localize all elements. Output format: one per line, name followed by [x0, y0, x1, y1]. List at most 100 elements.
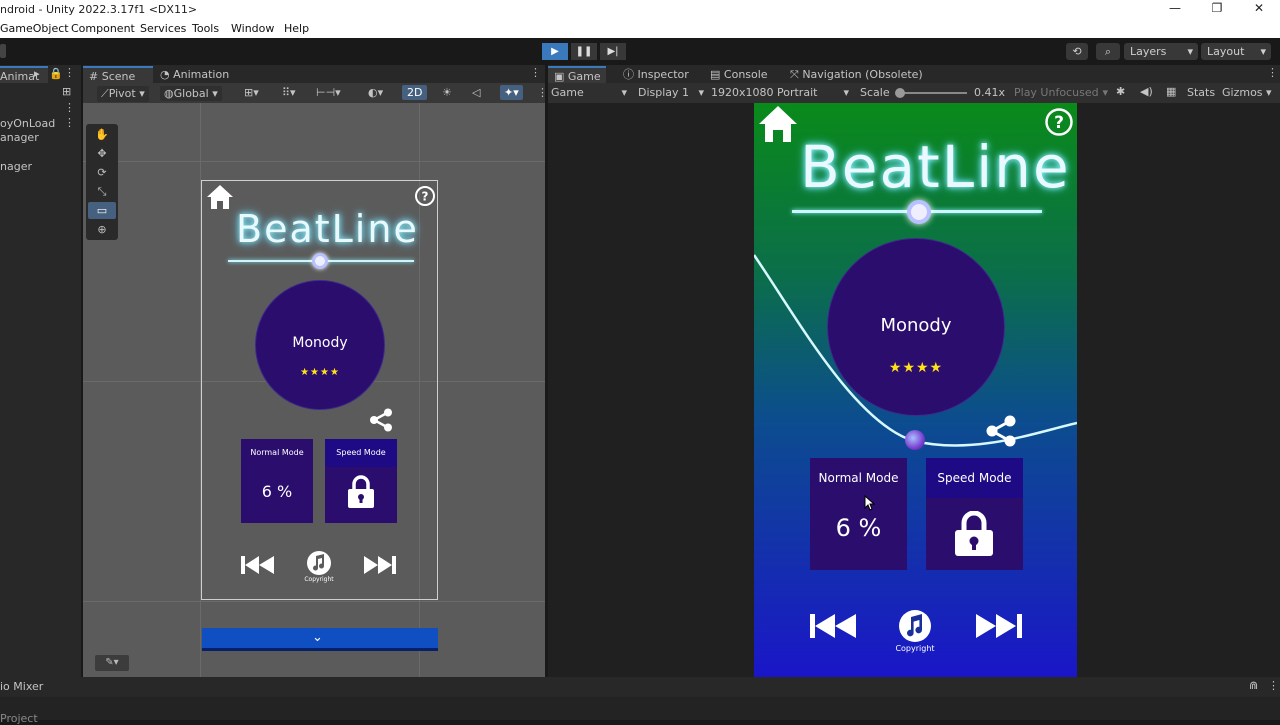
global-dropdown[interactable]: ◍Global ▾ [160, 86, 222, 101]
song-circle[interactable]: Monody ★★★★ [827, 238, 1005, 416]
gizmos-button[interactable]: Gizmos [1222, 86, 1263, 99]
tab-inspector[interactable]: ⓘ Inspector [623, 66, 703, 83]
scale-tool-icon[interactable]: ⤡ [88, 183, 116, 200]
normal-mode-card: Normal Mode 6 % [241, 439, 313, 523]
step-button[interactable]: ▶| [600, 43, 626, 60]
window-titlebar: ndroid - Unity 2022.3.17f1 <DX11> — ❐ ✕ [0, 0, 1280, 19]
scene-camera-dropdown[interactable]: ✎▾ [95, 655, 129, 671]
lock-icon [955, 511, 993, 556]
lock-icon[interactable]: 🔒 [49, 67, 63, 80]
more-icon[interactable]: ⋮ [530, 66, 541, 79]
scale-value: 0.41x [974, 86, 1006, 99]
chevron-right-icon[interactable]: ▸ [34, 67, 40, 80]
move-tool-icon[interactable]: ✥ [88, 145, 116, 162]
tab-project[interactable]: Project [0, 712, 38, 725]
minimize-icon[interactable]: — [1166, 1, 1184, 15]
play-button[interactable]: ▶ [542, 43, 568, 60]
animation-icon: ◔ [160, 68, 170, 81]
lighting-icon[interactable]: ☀ [442, 86, 452, 99]
music-icon[interactable] [898, 609, 932, 643]
more-icon[interactable]: ⋮ [1267, 66, 1278, 79]
menu-window[interactable]: Window [231, 22, 274, 35]
draw-mode-icon[interactable]: ◐▾ [368, 86, 383, 99]
snap-settings-icon[interactable]: ⊢⊣▾ [316, 86, 341, 99]
game-view[interactable]: ? BeatLine Monody ★★★★ Normal Mode 6 % S… [548, 103, 1280, 677]
hierarchy-item[interactable]: oyOnLoad [0, 117, 55, 130]
grid-line [83, 161, 545, 162]
add-icon[interactable]: ⊞ [62, 85, 71, 98]
normal-mode-label: Normal Mode [241, 439, 313, 467]
bug-icon[interactable]: ✱ [1116, 85, 1125, 98]
view-select[interactable]: Game ▾ [551, 86, 627, 99]
song-name: Monody [292, 335, 348, 351]
more-icon[interactable]: ⋮ [64, 116, 75, 129]
graphics-icon[interactable]: ▦ [1166, 85, 1176, 98]
restore-icon[interactable]: ❐ [1208, 1, 1226, 15]
speed-mode-label: Speed Mode [926, 458, 1023, 498]
next-icon[interactable] [973, 611, 1023, 641]
rect-tool-icon[interactable]: ▭ [88, 202, 116, 219]
project-tabbar [0, 697, 1280, 720]
menu-component[interactable]: Component [71, 22, 135, 35]
play-mode-select[interactable]: Play Unfocused ▾ [1014, 86, 1108, 99]
pause-button[interactable]: ❚❚ [571, 43, 597, 60]
audio-mute-icon[interactable]: ◀) [1140, 85, 1153, 98]
display-select[interactable]: Display 1 ▾ [638, 86, 704, 99]
snap-increment-icon[interactable]: ⠿▾ [282, 86, 296, 99]
music-icon [307, 551, 331, 575]
mode-2d-button[interactable]: 2D [402, 85, 428, 100]
tab-scene[interactable]: # Scene [83, 66, 153, 83]
layout-dropdown[interactable]: Layout ▾ [1201, 43, 1271, 60]
tab-animation[interactable]: ◔ Animation [160, 66, 240, 83]
resolution-select[interactable]: 1920x1080 Portrait ▾ [711, 86, 849, 99]
tab-navigation[interactable]: ⤧ Navigation (Obsolete) [790, 66, 940, 83]
gizmos-chevron-icon[interactable]: ▾ [1266, 86, 1272, 99]
more-icon[interactable]: ⋮ [1268, 679, 1279, 692]
view-select-label: Game [551, 86, 584, 99]
scene-view[interactable]: ? BeatLine Monody ★★★★ Normal Mode 6 % S… [83, 103, 545, 677]
speed-mode-card[interactable]: Speed Mode [926, 458, 1023, 570]
share-icon[interactable] [984, 415, 1018, 447]
home-icon[interactable] [758, 105, 798, 143]
lock-icon[interactable]: ⋒ [1249, 679, 1258, 692]
stats-button[interactable]: Stats [1187, 86, 1215, 99]
pivot-dropdown[interactable]: ⟋Pivot ▾ [97, 86, 149, 102]
rotate-tool-icon[interactable]: ⟳ [88, 164, 116, 181]
menu-services[interactable]: Services [140, 22, 186, 35]
share-icon [370, 408, 392, 432]
song-circle: Monody ★★★★ [255, 280, 385, 410]
account-icon[interactable] [0, 44, 6, 58]
speed-mode-label: Speed Mode [325, 439, 397, 467]
transform-tool-icon[interactable]: ⊕ [88, 221, 116, 238]
normal-mode-card[interactable]: Normal Mode 6 % [810, 458, 907, 570]
hierarchy-item[interactable]: nager [0, 160, 32, 173]
search-icon[interactable]: ⌕ [1096, 43, 1120, 60]
more-icon[interactable]: ⋮ [64, 101, 75, 114]
audio-icon[interactable]: ◁ [472, 86, 480, 99]
menu-help[interactable]: Help [284, 22, 309, 35]
tab-animator[interactable]: Animat [0, 66, 48, 83]
tab-game[interactable]: ▣ Game [548, 66, 606, 83]
scale-slider[interactable] [895, 88, 967, 98]
menu-gameobject[interactable]: GameObject [0, 22, 69, 35]
app-title: BeatLine [236, 207, 419, 251]
grid-snap-icon[interactable]: ⊞▾ [244, 86, 259, 99]
display-select-label: Display 1 [638, 86, 690, 99]
tab-audio-mixer[interactable]: io Mixer [0, 680, 43, 693]
more-icon[interactable]: ⋮ [64, 66, 75, 79]
menu-tools[interactable]: Tools [192, 22, 219, 35]
hierarchy-item[interactable]: anager [0, 131, 39, 144]
tab-console[interactable]: ▤ Console [710, 66, 790, 83]
effects-button[interactable]: ✦▾ [500, 85, 523, 100]
layers-dropdown[interactable]: Layers ▾ [1124, 43, 1198, 60]
more-icon[interactable]: ⋮ [537, 86, 548, 99]
history-icon[interactable]: ⟲ [1066, 43, 1088, 60]
hand-tool-icon[interactable]: ✋ [88, 126, 116, 143]
layers-label: Layers [1130, 45, 1167, 58]
close-icon[interactable]: ✕ [1250, 1, 1268, 15]
copyright-label: Copyright [304, 576, 334, 583]
previous-icon[interactable] [809, 611, 859, 641]
layout-label: Layout [1207, 45, 1245, 58]
pivot-icon: ⟋ [101, 87, 109, 100]
scale-slider-thumb[interactable] [895, 88, 905, 98]
